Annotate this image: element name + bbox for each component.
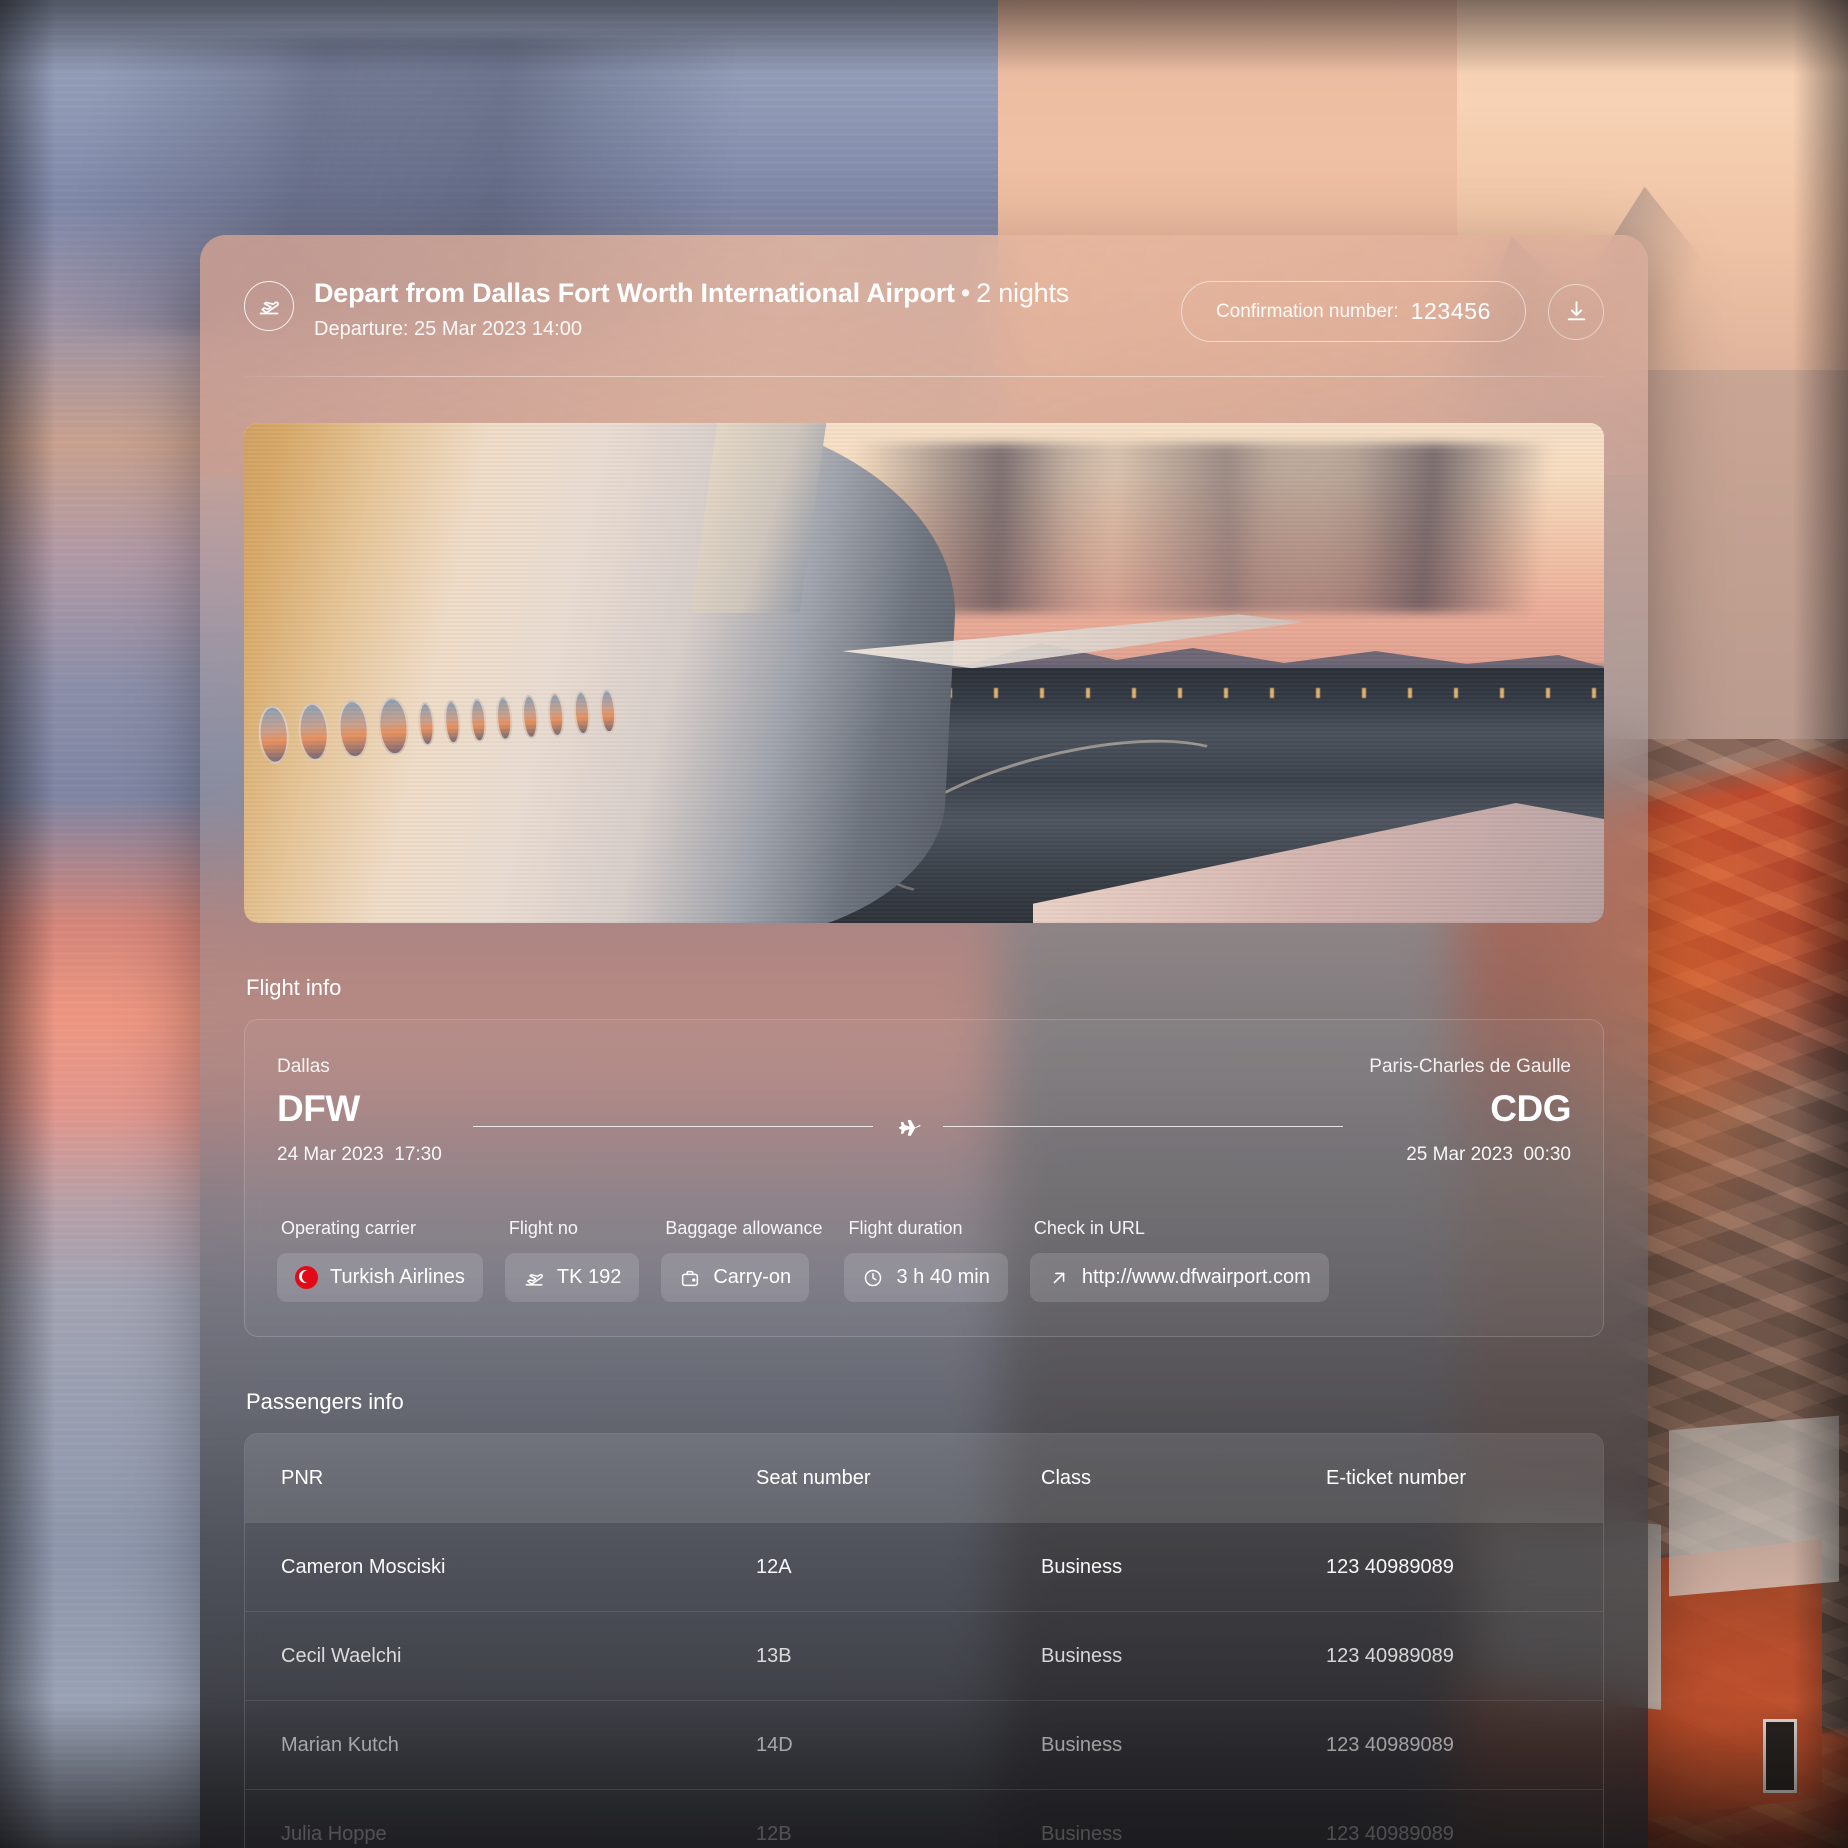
header-left-group: Depart from Dallas Fort Worth Internatio…	[244, 277, 1069, 341]
header-right-group: Confirmation number: 123456	[1180, 277, 1604, 342]
download-icon	[1567, 301, 1585, 321]
passenger-class: Business	[1041, 1555, 1123, 1578]
route-line-right	[943, 1125, 1344, 1127]
detail-label: Check in URL	[1033, 1218, 1145, 1238]
header-divider	[244, 376, 1604, 377]
table-row[interactable]: Cecil Waelchi 13B Business 123 40989089	[245, 1611, 1603, 1700]
chip-value: TK 192	[556, 1266, 622, 1288]
arrival-date: 25 Mar 2023	[1406, 1144, 1513, 1165]
confirmation-label: Confirmation number:	[1215, 300, 1399, 322]
passenger-class: Business	[1041, 1644, 1123, 1667]
flight-info-heading: Flight info	[246, 975, 342, 1000]
passenger-name: Marian Kutch	[281, 1733, 399, 1756]
card-header: Depart from Dallas Fort Worth Internatio…	[200, 235, 1648, 342]
airplane-right-icon	[893, 1111, 923, 1141]
arrival-datetime: 25 Mar 2023 00:30	[1369, 1144, 1571, 1166]
passenger-name: Cecil Waelchi	[281, 1644, 402, 1667]
page-title-text: Depart from Dallas Fort Worth Internatio…	[314, 278, 955, 308]
arrival-city: Paris-Charles de Gaulle	[1369, 1056, 1571, 1077]
turkish-airlines-logo	[295, 1266, 318, 1289]
passenger-seat: 12A	[756, 1555, 792, 1578]
clock-icon	[865, 1269, 882, 1286]
passenger-seat: 13B	[756, 1644, 792, 1667]
operating-carrier-chip[interactable]: Turkish Airlines	[277, 1253, 483, 1302]
detail-label: Operating carrier	[281, 1218, 417, 1238]
detail-label: Flight duration	[848, 1218, 963, 1238]
arrival-time: 00:30	[1523, 1144, 1571, 1165]
arrow-up-right-icon	[1053, 1272, 1065, 1283]
route-connector	[447, 1111, 1369, 1141]
departure-city: Dallas	[277, 1056, 330, 1077]
detail-label: Baggage allowance	[665, 1218, 823, 1238]
passenger-eticket: 123 40989089	[1326, 1822, 1454, 1845]
table-header-row: PNR Seat number Class E-ticket number	[245, 1434, 1603, 1522]
departure-code: DFW	[277, 1088, 360, 1129]
departure-subtitle: Departure: 25 Mar 2023 14:00	[314, 318, 582, 341]
flight-no-chip[interactable]: TK 192	[504, 1253, 640, 1302]
title-separator: •	[960, 278, 971, 308]
detail-label: Flight no	[508, 1218, 578, 1238]
briefcase-icon	[682, 1270, 699, 1286]
detail-baggage-allowance: Baggage allowance Carry-on	[661, 1218, 822, 1302]
column-header-eticket: E-ticket number	[1326, 1466, 1467, 1489]
hero-grain-overlay	[244, 423, 1604, 923]
departure-time: 17:30	[394, 1144, 442, 1165]
passenger-eticket: 123 40989089	[1326, 1644, 1454, 1667]
passenger-class: Business	[1041, 1822, 1123, 1845]
flight-booking-card: Depart from Dallas Fort Worth Internatio…	[200, 235, 1648, 1848]
table-row[interactable]: Julia Hoppe 12B Business 123 40989089	[245, 1789, 1603, 1848]
flight-detail-chips: Operating carrier Turkish Airlines Fligh…	[277, 1218, 1571, 1302]
flight-info-panel: Dallas DFW 24 Mar 2023 17:30 Paris-Charl…	[244, 1019, 1604, 1337]
passenger-seat: 12B	[756, 1822, 792, 1845]
passenger-eticket: 123 40989089	[1326, 1555, 1454, 1578]
check-in-url-chip[interactable]: http://www.dfwairport.com	[1029, 1253, 1329, 1302]
route-row: Dallas DFW 24 Mar 2023 17:30 Paris-Charl…	[277, 1056, 1571, 1166]
passengers-table: PNR Seat number Class E-ticket number Ca…	[244, 1433, 1604, 1848]
detail-operating-carrier: Operating carrier Turkish Airlines	[277, 1218, 483, 1302]
passenger-class: Business	[1041, 1733, 1123, 1756]
confirmation-value: 123456	[1410, 298, 1491, 324]
chip-value: Turkish Airlines	[330, 1266, 465, 1288]
header-title-block: Depart from Dallas Fort Worth Internatio…	[314, 277, 1069, 341]
departure-block: Dallas DFW 24 Mar 2023 17:30	[277, 1056, 447, 1166]
passenger-name: Julia Hoppe	[281, 1822, 387, 1845]
passenger-eticket: 123 40989089	[1326, 1733, 1454, 1756]
confirmation-number-pill[interactable]: Confirmation number: 123456	[1180, 281, 1526, 342]
airplane-takeoff-icon	[525, 1273, 543, 1286]
download-button[interactable]	[1548, 283, 1604, 340]
title-nights: 2 nights	[976, 278, 1070, 308]
airplane-takeoff-icon	[244, 281, 294, 331]
page-title: Depart from Dallas Fort Worth Internatio…	[314, 277, 1069, 309]
baggage-chip[interactable]: Carry-on	[661, 1253, 810, 1302]
table-row[interactable]: Cameron Mosciski 12A Business 123 409890…	[245, 1522, 1603, 1611]
column-header-class: Class	[1041, 1466, 1092, 1489]
passenger-seat: 14D	[756, 1733, 793, 1756]
chip-value: Carry-on	[713, 1266, 792, 1288]
passengers-info-heading: Passengers info	[246, 1389, 404, 1414]
chip-value: http://www.dfwairport.com	[1081, 1266, 1311, 1288]
arrival-block: Paris-Charles de Gaulle CDG 25 Mar 2023 …	[1369, 1056, 1571, 1166]
chip-value: 3 h 40 min	[896, 1266, 990, 1288]
detail-flight-duration: Flight duration 3 h 40 min	[844, 1218, 1008, 1302]
column-header-seat: Seat number	[756, 1466, 871, 1489]
departure-date: 24 Mar 2023	[277, 1144, 384, 1165]
detail-flight-no: Flight no TK 192	[504, 1218, 640, 1302]
table-row[interactable]: Marian Kutch 14D Business 123 40989089	[245, 1700, 1603, 1789]
hero-airplane-photo	[244, 423, 1604, 923]
detail-check-in-url: Check in URL http://www.dfwairport.com	[1029, 1218, 1329, 1302]
route-line-left	[473, 1125, 874, 1127]
arrival-code: CDG	[1490, 1088, 1571, 1129]
departure-datetime: 24 Mar 2023 17:30	[277, 1144, 447, 1166]
passenger-name: Cameron Mosciski	[281, 1555, 446, 1578]
column-header-pnr: PNR	[281, 1466, 324, 1489]
duration-chip[interactable]: 3 h 40 min	[844, 1253, 1008, 1302]
